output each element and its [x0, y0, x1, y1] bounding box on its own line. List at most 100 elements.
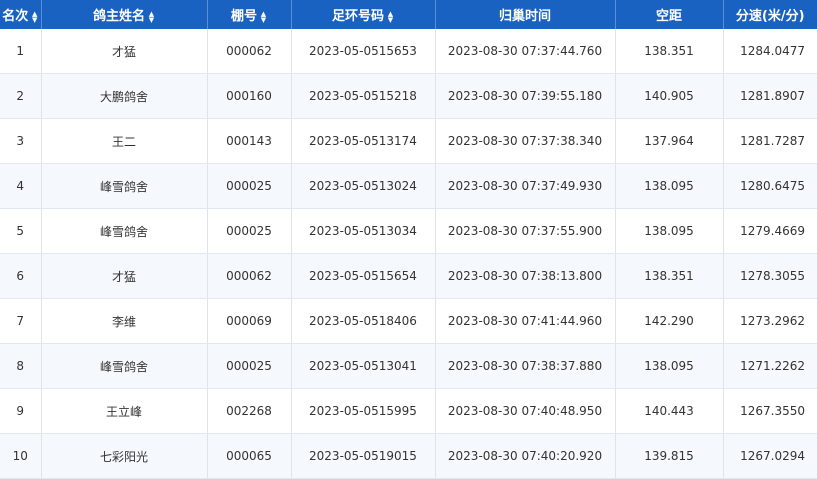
cell-loft-number: 000069 — [207, 298, 292, 344]
cell-ring-number: 2023-05-0513024 — [291, 163, 436, 209]
cell-owner-name: 王立峰 — [41, 388, 208, 434]
cell-rank: 9 — [0, 388, 42, 434]
cell-owner-name: 峰雪鸽舍 — [41, 163, 208, 209]
column-header-label: 分速(米/分) — [735, 9, 805, 24]
sort-icon[interactable]: ▲ ▼ — [148, 10, 155, 23]
cell-arrival-time: 2023-08-30 07:37:44.760 — [435, 29, 616, 74]
cell-loft-number: 000062 — [207, 29, 292, 74]
cell-loft-number: 000065 — [207, 433, 292, 479]
column-header-label: 名次 — [2, 9, 29, 24]
table-row: 4 峰雪鸽舍 000025 2023-05-0513024 2023-08-30 07:… — [0, 163, 817, 209]
cell-owner-name: 王二 — [41, 118, 208, 164]
table-row: 8 峰雪鸽舍 000025 2023-05-0513041 2023-08-30 07:… — [0, 343, 817, 389]
cell-arrival-time: 2023-08-30 07:39:55.180 — [435, 73, 616, 119]
cell-owner-name: 峰雪鸽舍 — [41, 208, 208, 254]
cell-loft-number: 000143 — [207, 118, 292, 164]
cell-rank: 6 — [0, 253, 42, 299]
cell-ring-number: 2023-05-0513041 — [291, 343, 436, 389]
cell-rank: 2 — [0, 73, 42, 119]
table-row: 2 大鹏鸽舍 000160 2023-05-0515218 2023-08-30 07:… — [0, 73, 817, 119]
cell-distance: 142.290 — [615, 298, 724, 344]
column-header-speed[interactable]: 分速(米/分) — [723, 0, 817, 29]
table-row: 7 李维 000069 2023-05-0518406 2023-08-30 07:41… — [0, 298, 817, 344]
cell-speed: 1267.0294 — [723, 433, 817, 479]
table-row: 6 才猛 000062 2023-05-0515654 2023-08-30 07:38… — [0, 253, 817, 299]
header-row: 名次 ▲ ▼ 鸽主姓名 ▲ ▼ 棚号 ▲ ▼ 足环号码 ▲ ▼ 归巢时间 空距 分速(米/分) — [0, 0, 817, 29]
cell-rank: 3 — [0, 118, 42, 164]
cell-distance: 138.095 — [615, 163, 724, 209]
table-body: 1 才猛 000062 2023-05-0515653 2023-08-30 07:37… — [0, 29, 817, 479]
cell-arrival-time: 2023-08-30 07:40:48.950 — [435, 388, 616, 434]
cell-owner-name: 才猛 — [41, 29, 208, 74]
cell-distance: 138.095 — [615, 208, 724, 254]
cell-speed: 1271.2262 — [723, 343, 817, 389]
cell-loft-number: 002268 — [207, 388, 292, 434]
cell-speed: 1279.4669 — [723, 208, 817, 254]
column-header-label: 足环号码 — [331, 9, 384, 24]
cell-distance: 137.964 — [615, 118, 724, 164]
cell-owner-name: 才猛 — [41, 253, 208, 299]
cell-ring-number: 2023-05-0515995 — [291, 388, 436, 434]
cell-arrival-time: 2023-08-30 07:38:37.880 — [435, 343, 616, 389]
cell-speed: 1281.8907 — [723, 73, 817, 119]
table-header: 名次 ▲ ▼ 鸽主姓名 ▲ ▼ 棚号 ▲ ▼ 足环号码 ▲ ▼ 归巢时间 空距 分速(米/分) — [0, 0, 817, 29]
cell-rank: 5 — [0, 208, 42, 254]
results-table: 名次 ▲ ▼ 鸽主姓名 ▲ ▼ 棚号 ▲ ▼ 足环号码 ▲ ▼ 归巢时间 空距 分速(米/分) 1 才猛 000… — [0, 0, 817, 479]
cell-owner-name: 峰雪鸽舍 — [41, 343, 208, 389]
column-header-label: 空距 — [655, 9, 682, 24]
cell-owner-name: 大鹏鸽舍 — [41, 73, 208, 119]
cell-owner-name: 七彩阳光 — [41, 433, 208, 479]
cell-ring-number: 2023-05-0518406 — [291, 298, 436, 344]
table-row: 1 才猛 000062 2023-05-0515653 2023-08-30 07:37… — [0, 29, 817, 74]
cell-ring-number: 2023-05-0519015 — [291, 433, 436, 479]
cell-owner-name: 李维 — [41, 298, 208, 344]
cell-arrival-time: 2023-08-30 07:37:55.900 — [435, 208, 616, 254]
cell-speed: 1267.3550 — [723, 388, 817, 434]
cell-ring-number: 2023-05-0515654 — [291, 253, 436, 299]
cell-ring-number: 2023-05-0513034 — [291, 208, 436, 254]
cell-arrival-time: 2023-08-30 07:37:49.930 — [435, 163, 616, 209]
sort-icon[interactable]: ▲ ▼ — [260, 10, 267, 23]
column-header-ring-number[interactable]: 足环号码 ▲ ▼ — [291, 0, 436, 29]
column-header-arrival-time[interactable]: 归巢时间 — [435, 0, 616, 29]
cell-speed: 1284.0477 — [723, 29, 817, 74]
column-header-label: 归巢时间 — [498, 9, 551, 24]
table-row: 3 王二 000143 2023-05-0513174 2023-08-30 07:37… — [0, 118, 817, 164]
cell-distance: 138.351 — [615, 253, 724, 299]
cell-rank: 7 — [0, 298, 42, 344]
cell-ring-number: 2023-05-0515218 — [291, 73, 436, 119]
sort-icon[interactable]: ▲ ▼ — [387, 10, 394, 23]
cell-arrival-time: 2023-08-30 07:38:13.800 — [435, 253, 616, 299]
column-header-rank[interactable]: 名次 ▲ ▼ — [0, 0, 42, 29]
table-row: 9 王立峰 002268 2023-05-0515995 2023-08-30 07:4… — [0, 388, 817, 434]
column-header-distance[interactable]: 空距 — [615, 0, 724, 29]
cell-arrival-time: 2023-08-30 07:40:20.920 — [435, 433, 616, 479]
cell-rank: 8 — [0, 343, 42, 389]
cell-distance: 140.905 — [615, 73, 724, 119]
table-row: 5 峰雪鸽舍 000025 2023-05-0513034 2023-08-30 07:… — [0, 208, 817, 254]
cell-loft-number: 000062 — [207, 253, 292, 299]
sort-icon[interactable]: ▲ ▼ — [31, 10, 38, 23]
cell-loft-number: 000025 — [207, 343, 292, 389]
cell-speed: 1280.6475 — [723, 163, 817, 209]
table-row: 10 七彩阳光 000065 2023-05-0519015 2023-08-30 07… — [0, 433, 817, 479]
cell-rank: 4 — [0, 163, 42, 209]
cell-speed: 1273.2962 — [723, 298, 817, 344]
column-header-loft-number[interactable]: 棚号 ▲ ▼ — [207, 0, 292, 29]
cell-arrival-time: 2023-08-30 07:37:38.340 — [435, 118, 616, 164]
cell-loft-number: 000160 — [207, 73, 292, 119]
cell-rank: 10 — [0, 433, 42, 479]
column-header-owner-name[interactable]: 鸽主姓名 ▲ ▼ — [41, 0, 208, 29]
cell-arrival-time: 2023-08-30 07:41:44.960 — [435, 298, 616, 344]
cell-distance: 138.095 — [615, 343, 724, 389]
cell-distance: 140.443 — [615, 388, 724, 434]
cell-distance: 138.351 — [615, 29, 724, 74]
cell-loft-number: 000025 — [207, 208, 292, 254]
cell-distance: 139.815 — [615, 433, 724, 479]
cell-rank: 1 — [0, 29, 42, 74]
cell-speed: 1278.3055 — [723, 253, 817, 299]
cell-speed: 1281.7287 — [723, 118, 817, 164]
cell-ring-number: 2023-05-0515653 — [291, 29, 436, 74]
column-header-label: 棚号 — [230, 9, 257, 24]
column-header-label: 鸽主姓名 — [92, 9, 145, 24]
